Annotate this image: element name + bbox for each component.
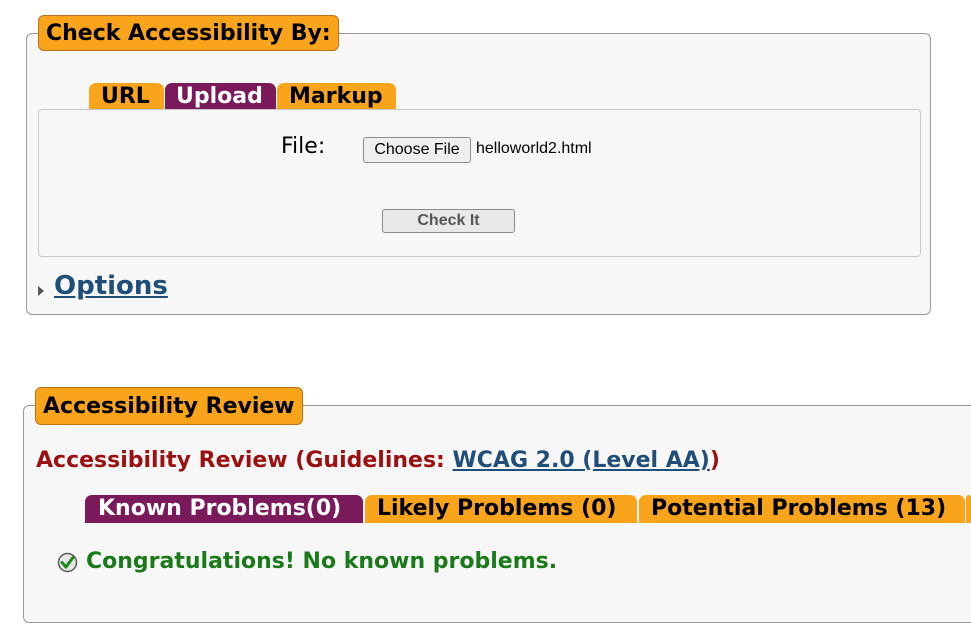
review-heading-prefix: Accessibility Review (Guidelines: [36, 448, 453, 473]
tab-upload[interactable]: Upload [165, 83, 276, 111]
tab-known-problems[interactable]: Known Problems(0) [85, 495, 363, 523]
tab-markup[interactable]: Markup [277, 83, 396, 111]
review-heading: Accessibility Review (Guidelines: WCAG 2… [36, 448, 720, 473]
file-label: File: [281, 134, 326, 159]
check-accessibility-legend: Check Accessibility By: [38, 15, 339, 51]
accessibility-review-legend: Accessibility Review [35, 387, 303, 425]
tab-likely-problems[interactable]: Likely Problems (0) [365, 495, 637, 523]
choose-file-button[interactable]: Choose File [363, 137, 471, 163]
guideline-link[interactable]: WCAG 2.0 (Level AA) [453, 448, 710, 473]
tab-url[interactable]: URL [89, 83, 164, 111]
tab-more-partial[interactable] [966, 495, 971, 523]
options-link[interactable]: Options [54, 271, 168, 301]
review-heading-suffix: ) [709, 448, 720, 473]
checkmark-icon [57, 552, 78, 573]
success-message: Congratulations! No known problems. [86, 549, 558, 574]
selected-file-name: helloworld2.html [476, 140, 592, 157]
tab-potential-problems[interactable]: Potential Problems (13) [639, 495, 965, 523]
upload-form-box [38, 109, 921, 257]
triangle-right-icon[interactable] [37, 284, 46, 298]
check-it-button[interactable]: Check It [382, 209, 515, 233]
